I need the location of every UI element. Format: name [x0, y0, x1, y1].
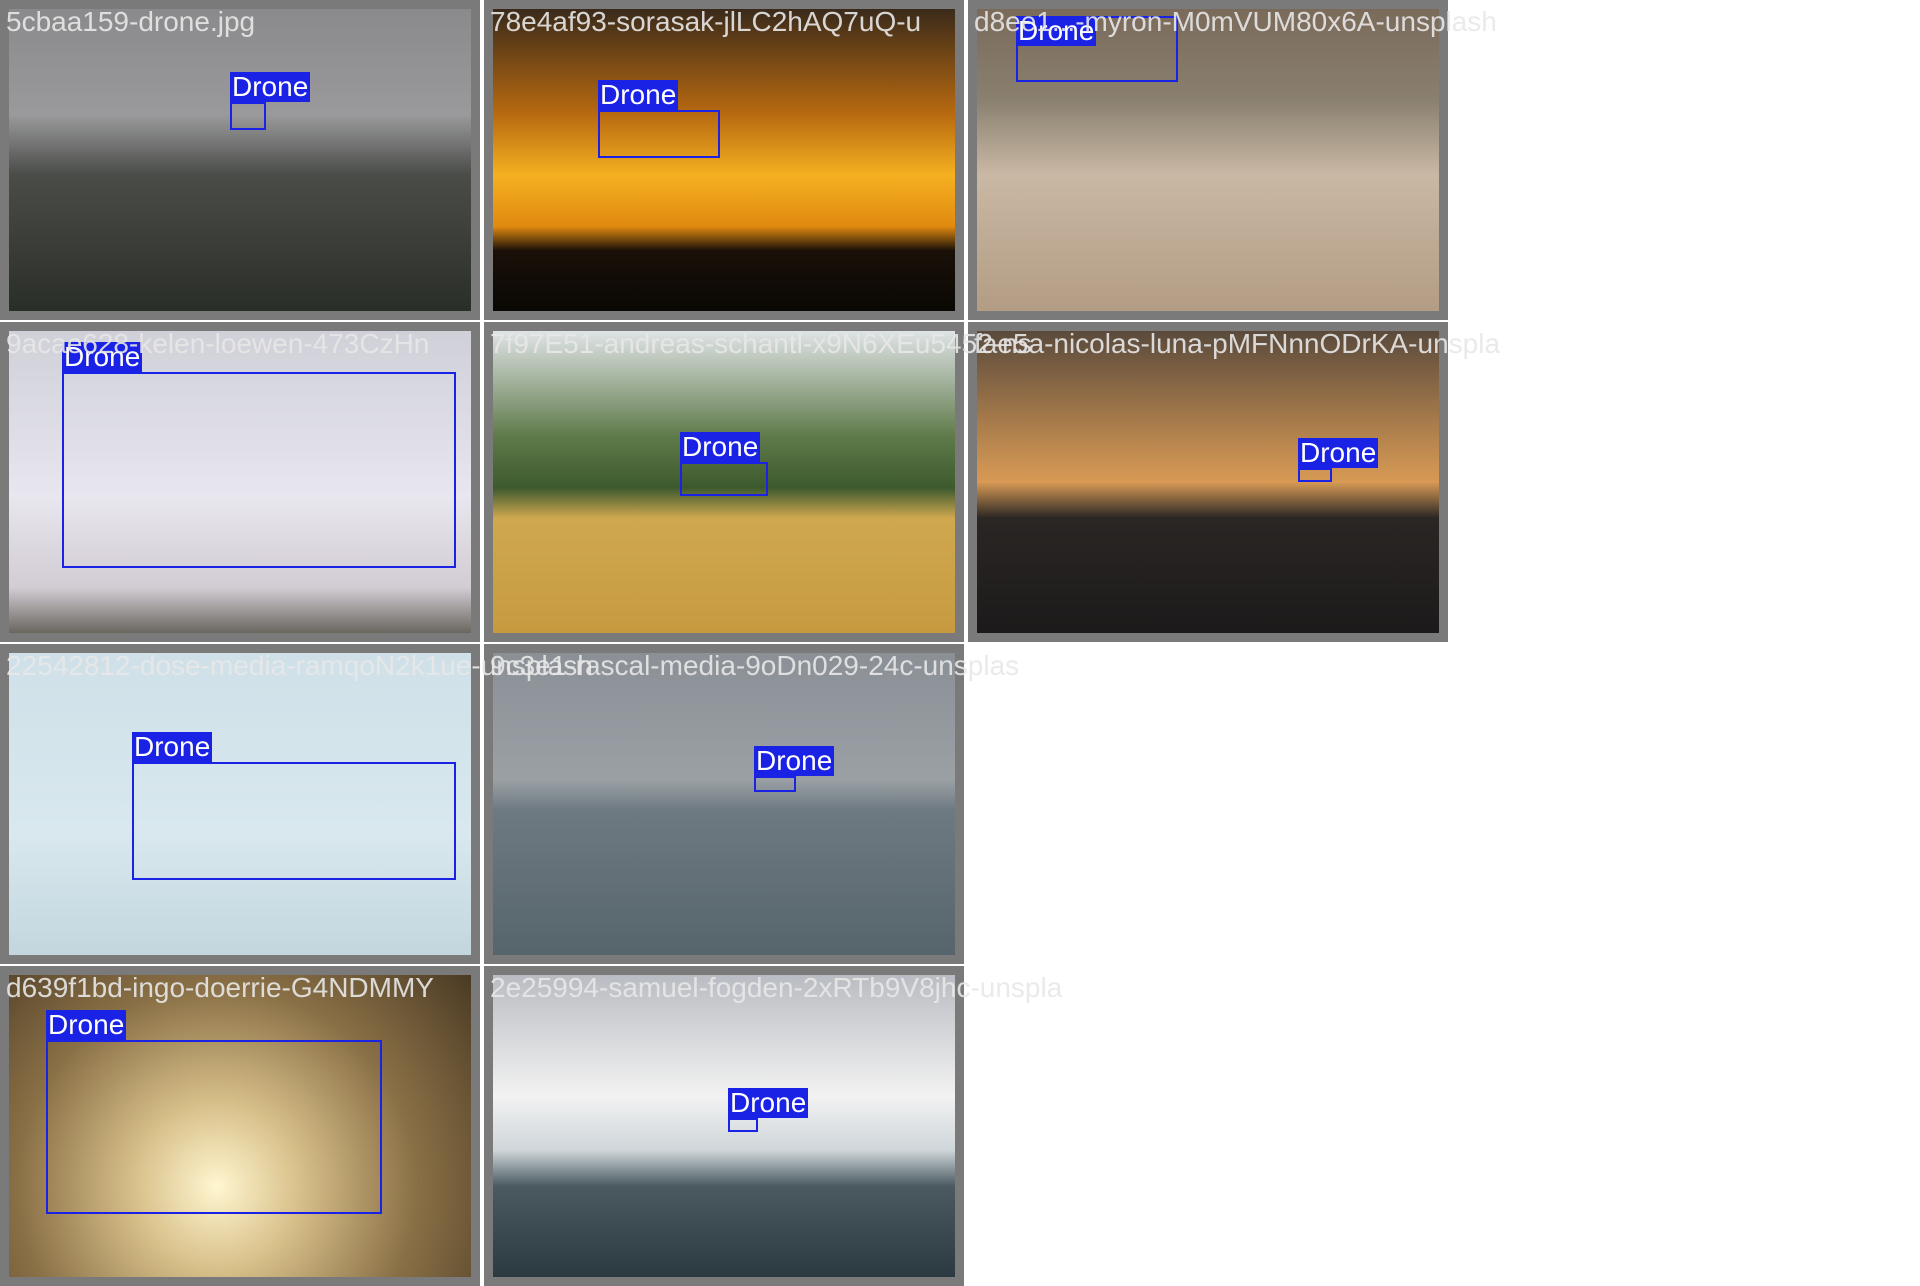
detection-box	[1298, 468, 1332, 482]
detection-label: Drone	[754, 745, 835, 776]
image-tile[interactable]: Drone	[968, 0, 1448, 320]
image-tile[interactable]: Drone	[484, 0, 964, 320]
detection-label: Drone	[46, 1009, 127, 1040]
detection-box	[62, 372, 456, 568]
detection-box	[598, 110, 720, 158]
detection-box	[728, 1118, 758, 1132]
photo	[493, 9, 955, 311]
image-filename: 2e25994-samuel-fogden-2xRTb9V8jhc-unspla	[490, 972, 1063, 1003]
image-tile[interactable]: Drone	[484, 644, 964, 964]
detection-label: Drone	[230, 71, 311, 102]
detection-label: Drone	[132, 731, 213, 762]
image-filename: 78e4af93-sorasak-jlLC2hAQ7uQ-u	[490, 6, 922, 37]
image-tile[interactable]: Drone	[0, 966, 480, 1286]
image-filename: 9acae628-kelen-loewen-473CzHn	[6, 328, 430, 359]
detection-box	[230, 102, 266, 130]
detection-box	[680, 462, 768, 496]
detection-label: Drone	[1298, 437, 1379, 468]
image-tile[interactable]: Drone	[484, 966, 964, 1286]
image-filename: d8ee1...-myron-M0mVUM80x6A-unsplash	[974, 6, 1497, 37]
photo	[977, 331, 1439, 633]
image-tile[interactable]: Drone	[0, 322, 480, 642]
image-filename: fae5a-nicolas-luna-pMFNnnODrKA-unspla	[974, 328, 1501, 359]
detection-grid: Drone Drone Drone Drone Drone Drone Dron…	[0, 0, 1920, 1286]
image-tile[interactable]: Drone	[484, 322, 964, 642]
image-filename: 5cbaa159-drone.jpg	[6, 6, 256, 37]
image-filename: d639f1bd-ingo-doerrie-G4NDMMY	[6, 972, 434, 1003]
detection-label: Drone	[680, 431, 761, 462]
image-tile[interactable]: Drone	[0, 644, 480, 964]
photo	[493, 653, 955, 955]
detection-label: Drone	[598, 79, 679, 110]
image-filename: 7f97E51-andreas-schantl-x9N6XEu5452-ns	[490, 328, 1032, 359]
detection-box	[754, 776, 796, 792]
image-tile[interactable]: Drone	[968, 322, 1448, 642]
photo	[9, 9, 471, 311]
image-filename: 9c3e1-rascal-media-9oDn029-24c-unsplas	[490, 650, 1020, 681]
detection-box	[132, 762, 456, 880]
photo	[493, 975, 955, 1277]
detection-label: Drone	[728, 1087, 809, 1118]
detection-box	[46, 1040, 382, 1214]
image-tile[interactable]: Drone	[0, 0, 480, 320]
